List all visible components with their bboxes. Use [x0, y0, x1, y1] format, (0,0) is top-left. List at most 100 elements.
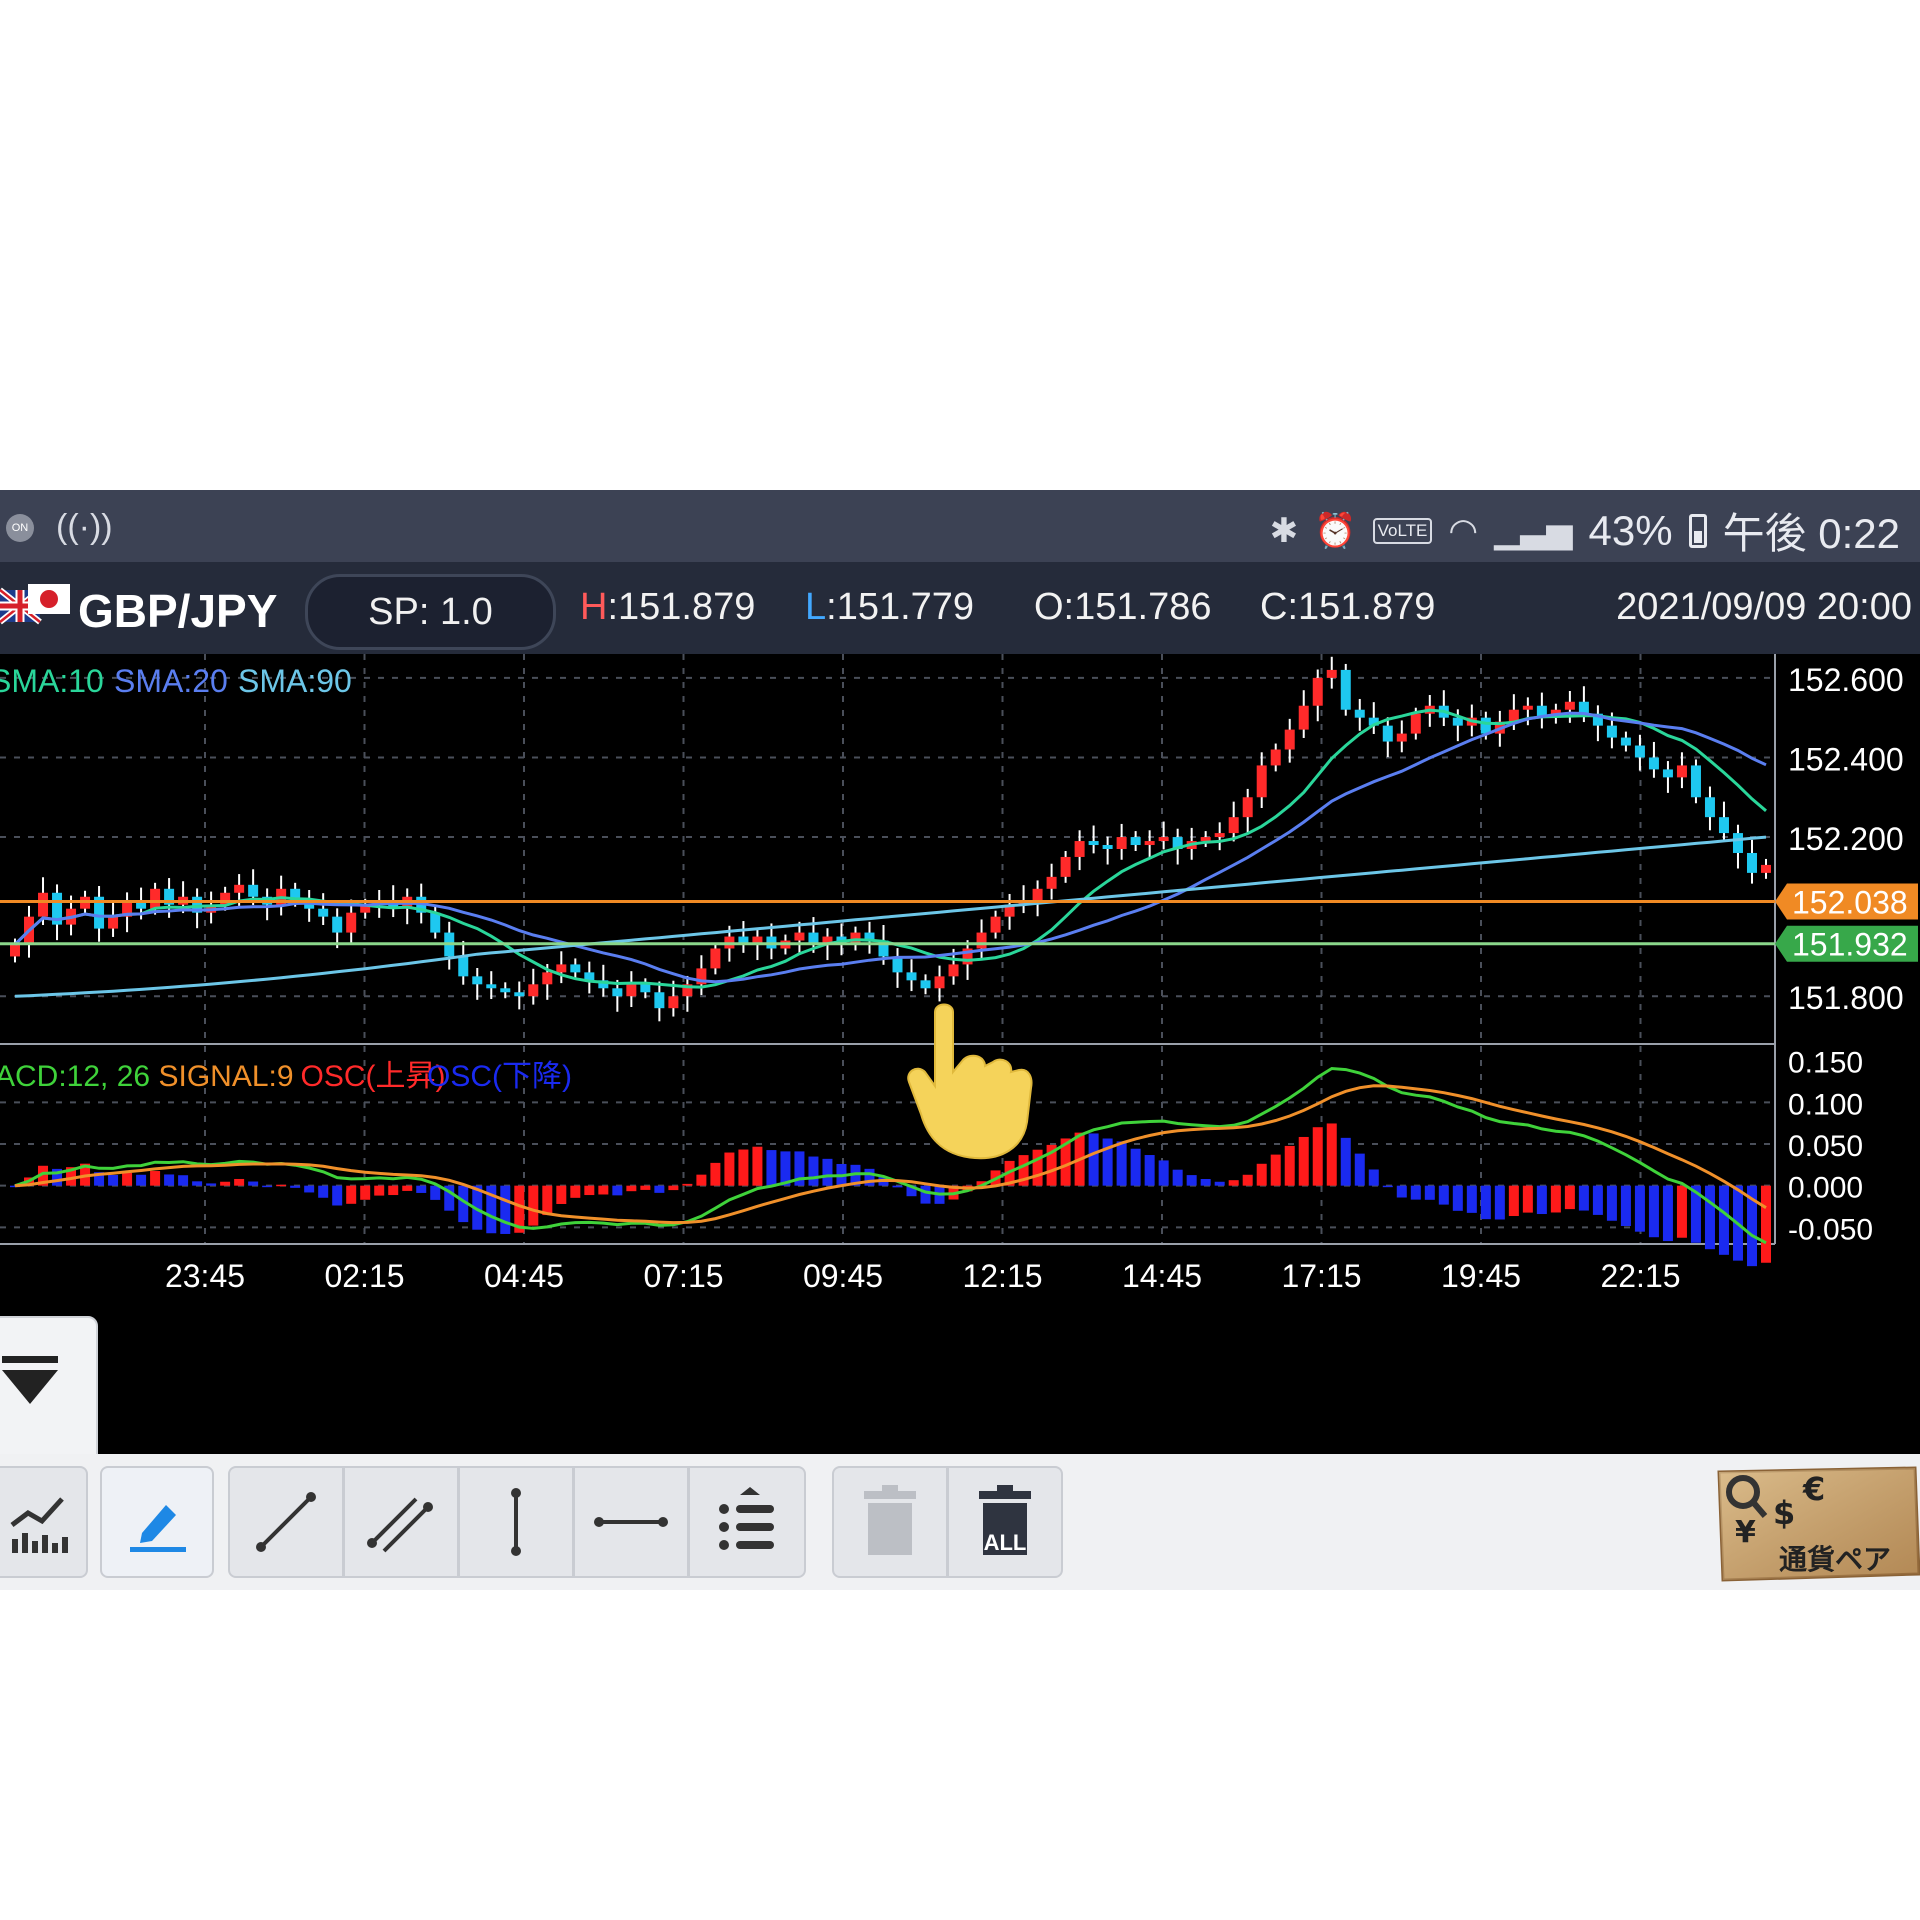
- osc-bar: [136, 1174, 147, 1186]
- osc-bar: [178, 1175, 189, 1186]
- candle: [1032, 888, 1043, 901]
- candle: [1256, 765, 1267, 798]
- delete-all-label: ALL: [983, 1530, 1027, 1555]
- macd-tick-label: -0.050: [1788, 1213, 1873, 1246]
- horizontal-line-button[interactable]: [573, 1466, 689, 1578]
- currency-pair-button[interactable]: € $ ¥ 通貨ペア: [1715, 1462, 1920, 1582]
- osc-bar: [598, 1185, 609, 1195]
- candle: [472, 976, 483, 985]
- candle: [514, 992, 525, 997]
- candle: [1200, 837, 1211, 842]
- candle: [332, 916, 343, 933]
- osc-bar: [290, 1185, 301, 1188]
- currency-pair-title[interactable]: GBP/JPY: [78, 584, 277, 638]
- pencil-icon: [130, 1505, 186, 1552]
- battery-icon: [1688, 513, 1707, 548]
- open-price: O:151.786: [1034, 586, 1212, 628]
- candle: [1382, 725, 1393, 742]
- osc-bar: [1088, 1133, 1099, 1186]
- macd-legend-item: OSC(上昇): [301, 1060, 446, 1093]
- candle: [1718, 817, 1729, 834]
- osc-bar: [808, 1156, 819, 1186]
- osc-bar: [1228, 1180, 1239, 1186]
- collapse-panel-button[interactable]: [0, 1316, 98, 1456]
- osc-bar: [108, 1174, 119, 1186]
- osc-bar: [1760, 1185, 1771, 1263]
- trend-line-button[interactable]: [228, 1466, 344, 1578]
- osc-bar: [1662, 1185, 1673, 1242]
- candle: [346, 912, 357, 933]
- draw-mode-button[interactable]: [100, 1466, 214, 1578]
- candle: [1732, 833, 1743, 853]
- macd-legend-item: SIGNAL:9: [159, 1060, 294, 1093]
- candle: [612, 988, 623, 997]
- alarm-icon: ⏰: [1314, 511, 1357, 550]
- macd-tick-label: 0.000: [1788, 1172, 1863, 1205]
- delete-button[interactable]: [832, 1466, 948, 1578]
- candle: [542, 972, 553, 985]
- osc-bar: [1452, 1185, 1463, 1211]
- candle: [1396, 733, 1407, 742]
- currency-pair-label: 通貨ペア: [1779, 1543, 1892, 1576]
- osc-bar: [1676, 1185, 1687, 1238]
- candle: [1662, 769, 1673, 778]
- candle: [1354, 709, 1365, 718]
- fibonacci-button[interactable]: [688, 1466, 806, 1578]
- candle: [318, 908, 329, 917]
- vertical-line-button[interactable]: [458, 1466, 574, 1578]
- svg-text:¥: ¥: [1735, 1515, 1756, 1550]
- osc-bar: [710, 1162, 721, 1186]
- candle: [1312, 677, 1323, 706]
- channel-line-button[interactable]: [343, 1466, 459, 1578]
- osc-bar: [1186, 1175, 1197, 1186]
- candle: [1270, 749, 1281, 766]
- osc-bar: [304, 1185, 315, 1193]
- candle: [920, 980, 931, 989]
- macd-tick-label: 0.150: [1788, 1047, 1863, 1080]
- osc-bar: [1606, 1185, 1617, 1221]
- price-level-label: 151.932: [1792, 927, 1908, 963]
- osc-bar: [1494, 1185, 1505, 1220]
- candle: [1634, 745, 1645, 758]
- drawing-toolbar: ALL € $ ¥ 通貨ペア: [0, 1454, 1920, 1590]
- trend-line-icon: [256, 1492, 316, 1552]
- candle: [528, 984, 539, 997]
- chart-indicator-icon: [10, 1497, 68, 1553]
- low-price: L:151.779: [805, 586, 975, 628]
- delete-all-button[interactable]: ALL: [947, 1466, 1063, 1578]
- candle: [1130, 837, 1141, 846]
- osc-bar: [1382, 1185, 1393, 1188]
- osc-bar: [738, 1149, 749, 1186]
- sma-legend-item: SMA:90: [238, 663, 352, 699]
- candle: [906, 972, 917, 981]
- osc-bar: [766, 1150, 777, 1186]
- osc-bar: [1550, 1185, 1561, 1213]
- battery-percent: 43%: [1588, 506, 1673, 554]
- osc-bar: [920, 1185, 931, 1204]
- price-tick-label: 152.600: [1788, 662, 1904, 698]
- svg-text:$: $: [1773, 1494, 1795, 1532]
- time-tick-label: 23:45: [165, 1258, 245, 1294]
- osc-bar: [1116, 1141, 1127, 1186]
- osc-bar: [654, 1185, 665, 1193]
- osc-bar: [640, 1185, 651, 1190]
- osc-bar: [1536, 1185, 1547, 1215]
- close-price: C:151.879: [1260, 586, 1436, 628]
- indicator-button[interactable]: [0, 1466, 88, 1578]
- high-price: H:151.879: [580, 586, 756, 628]
- candle: [1214, 833, 1225, 838]
- osc-bar: [1564, 1185, 1575, 1210]
- candle: [990, 916, 1001, 933]
- candle: [150, 888, 161, 909]
- osc-bar: [430, 1185, 441, 1200]
- candle: [1088, 841, 1099, 846]
- osc-bar: [1410, 1185, 1421, 1200]
- candle: [794, 932, 805, 941]
- osc-bar: [1508, 1185, 1519, 1217]
- candle: [10, 944, 21, 957]
- price-tick-label: 152.200: [1788, 821, 1904, 857]
- osc-bar: [1424, 1185, 1435, 1200]
- candle: [1228, 817, 1239, 834]
- osc-bar: [1368, 1169, 1379, 1186]
- osc-bar: [346, 1185, 357, 1204]
